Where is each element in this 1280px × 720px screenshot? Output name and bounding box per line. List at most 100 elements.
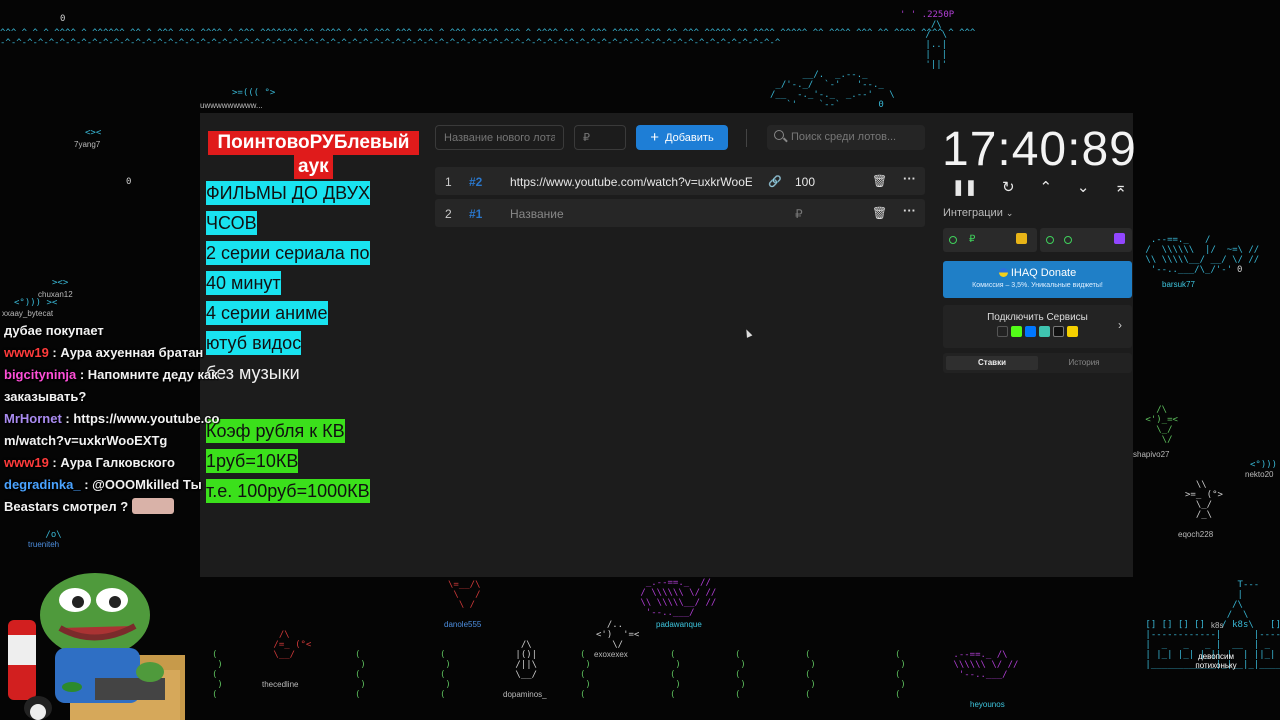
lot-name[interactable]: Название [510,207,752,221]
lot-amount[interactable]: 100 [795,175,815,189]
search-lots-input[interactable]: Поиск среди лотов... [767,125,925,150]
ascii-tower: /\ / \ |..| | | '||' [925,20,948,70]
status-dot [949,236,957,244]
sidebar-tabs: Ставки История [943,353,1132,373]
integration-donation[interactable]: ₽ [943,228,1037,252]
new-lot-amount-input[interactable] [574,125,626,150]
donate-title: IHAQ Donate [1010,267,1077,279]
chat-user: www19 [4,455,49,470]
more-icon[interactable]: ··· [903,203,916,218]
timer-display: 17:40:89 [942,123,1137,176]
lot-row[interactable]: 2 #1 Название ₽ 🗑 ··· [435,199,925,227]
bg-name-exoxexex: exoxexex [594,650,628,659]
timer-controls: ❚❚ ↻ ⌃ ⌄ ⌅ [952,178,1127,196]
toolbar-divider [746,129,747,147]
pause-icon[interactable]: ❚❚ [952,178,977,196]
lot-id[interactable]: #2 [469,175,482,189]
note-line: без музыки [206,363,300,383]
chat-user: degradinka_ [4,477,81,492]
new-lot-name-input[interactable] [435,125,564,150]
search-icon [774,130,784,140]
ascii-fish3: ><> [52,278,69,288]
note-line: 1руб=10КВ [206,449,299,473]
ascii-seaweed-5: ( ) ( ) ( [670,650,681,700]
chat-text: дубае покупает [4,323,104,338]
stream-chat: дубае покупает www19 : Аура ахуенная бра… [4,320,224,518]
double-chevron-up-icon[interactable]: ⌅ [1114,178,1127,196]
ascii-zero3: 0 [1237,265,1243,275]
ascii-red-bird: /\ /=_ (°< \__/ [273,630,312,660]
ascii-purple-dragon2: .--==._ /\ \\\\\\ \/ // '--..___/ [953,650,1019,680]
note-line: Коэф рубля к КВ [206,419,345,443]
integration-twitch[interactable] [1040,228,1132,252]
lot-id[interactable]: #1 [469,207,482,221]
x-icon [1053,326,1064,337]
bg-name-heyounos: heyounos [970,700,1005,709]
service-icons [943,326,1132,337]
bg-name-thecedline: thecedline [262,680,299,689]
pepe-frog-image [8,573,185,720]
ascii-top-number: ' ' .2250P [900,10,955,20]
chat-message: degradinka_ : @OOOMkilled Ты Beastars см… [4,477,202,514]
chat-message: дубае покупает [4,320,224,342]
ascii-seaweed-8: ( ) ( ) ( [895,650,906,700]
ascii-fish4: <°))) >< [14,298,58,308]
twitch-icon [1114,233,1125,244]
ihaq-donate-button[interactable]: IHAQ Donate Комиссия – 3,5%. Уникальные … [943,261,1132,298]
note-line: 2 серии сериала по [206,241,370,265]
circle-icon [1064,236,1072,244]
chevron-right-icon: › [1118,318,1122,332]
ascii-seaweed-2: ( ) ( ) ( [355,650,366,700]
trash-icon[interactable]: 🗑 [872,206,887,220]
ascii-fish5: <°))) [1250,460,1280,470]
goodgame-icon [1039,326,1050,337]
emote-image [131,498,174,514]
ascii-bird2: /.. <') '=< \/ [596,620,640,650]
note-line: 4 серии аниме [206,301,328,325]
ascii-wave-top: ^^^ ^ ^ ^ ^^^^ ^ ^^^^^^ ^^ ^ ^^^ ^^^ ^^^… [0,28,976,48]
chat-user: MrHornet [4,411,62,426]
ascii-zero: 0 [60,14,66,24]
note-line: 40 минут [206,271,281,295]
ascii-snake: /\ <')_=< \_/ \/ [1145,405,1178,445]
lot-name[interactable]: https://www.youtube.com/watch?v=uxkrWooE… [510,175,752,189]
ascii-fish: >=((( °> [232,88,276,98]
bg-name-danole555: danole555 [444,620,482,629]
ascii-red-creature: \=__/\ \ / \ / [448,580,481,610]
bg-name-eqoch228: eqoch228 [1178,530,1214,539]
auction-title: ПоинтовоРУБлевый [208,131,419,155]
ascii-purple-dragon: _.--==._ // / \\\\\\ \/ // \\ \\\\\__/ /… [640,578,717,618]
vk-icon [1025,326,1036,337]
chat-message: www19 : Аура Галковского [4,455,175,470]
bg-name-shapivo27: shapivo27 [1133,450,1170,459]
connect-services-button[interactable]: Подключить Сервисы › [943,305,1132,348]
trash-icon[interactable]: 🗑 [872,174,887,188]
kick-icon [1011,326,1022,337]
bg-name-uw: uwwwwwwwww... [200,101,263,110]
ascii-fish2: <>< [85,128,102,138]
ascii-dragon-top: __/. _.--._ _/'-._/ `-' '--._ /__ -._'-.… [770,70,895,110]
tab-history[interactable]: История [1039,356,1129,370]
status-dot [1046,236,1054,244]
add-lot-button[interactable]: + Добавить [636,125,728,150]
chat-user: www19 [4,345,49,360]
link-icon[interactable]: 🔗 [768,175,782,188]
castle-text: девопсим потихоньку [1195,652,1237,670]
bg-name-7yang7: 7yang7 [74,140,101,149]
lot-row[interactable]: 1 #2 https://www.youtube.com/watch?v=uxk… [435,167,925,195]
ruble-icon: ₽ [969,234,976,245]
ascii-seaweed-4: ( ) ( ) ( [580,650,591,700]
chevron-up-icon[interactable]: ⌃ [1039,178,1052,196]
lot-amount[interactable]: ₽ [795,207,803,221]
more-icon[interactable]: ··· [903,171,916,186]
integrations-toggle[interactable]: Интеграции ⌄ [943,207,1013,219]
chevron-down-icon[interactable]: ⌄ [1077,178,1090,196]
bg-name-nekto20: nekto20 [1245,470,1274,479]
lot-index: 2 [445,207,452,221]
note-line: ютуб видос [206,331,302,355]
tab-bets[interactable]: Ставки [946,356,1038,370]
bg-name-trueniteh: trueniteh [28,540,60,549]
chat-message: www19 : Аура ахуенная братан [4,345,204,360]
ascii-robot: /\ |()| /||\ \__/ [515,640,538,680]
reset-icon[interactable]: ↻ [1002,178,1015,196]
